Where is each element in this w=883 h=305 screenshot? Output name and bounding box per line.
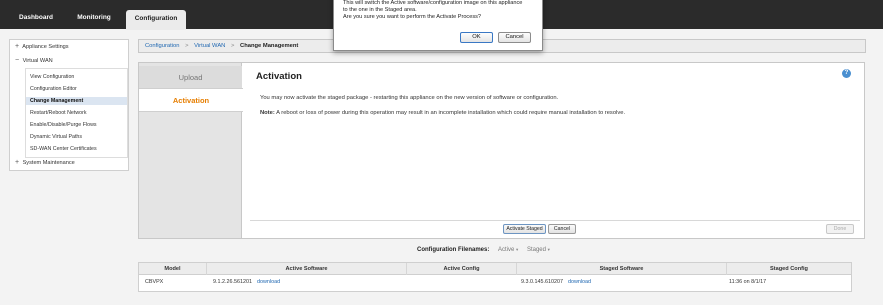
active-dropdown-label: Active	[498, 247, 515, 253]
staged-dropdown-label: Staged	[526, 247, 546, 253]
cell-active-software: 9.1.2.26.561201 download	[213, 276, 280, 289]
dialog-line-1: This will switch the Active software/con…	[343, 0, 523, 6]
subnav-configuration-editor[interactable]: Configuration Editor	[26, 85, 127, 93]
activation-content: Activation ? You may now activate the st…	[243, 63, 864, 238]
configuration-filenames: Configuration Filenames: Active ▾ Staged…	[417, 247, 550, 253]
column-header-active-config: Active Config	[407, 263, 517, 275]
page-title: Activation	[256, 71, 302, 82]
chevron-down-icon: ▾	[516, 247, 519, 252]
nav-virtual-wan[interactable]: − Virtual WAN	[10, 56, 128, 66]
dialog-line-2: to the one in the Staged area.	[343, 7, 417, 14]
collapse-minus-icon: −	[15, 57, 20, 64]
subnav-restart-reboot-network[interactable]: Restart/Reboot Network	[26, 109, 127, 117]
change-management-panel: Upload Activation Activation ? You may n…	[138, 62, 865, 239]
breadcrumb-separator-icon: >	[185, 43, 189, 49]
left-nav-panel: + Appliance Settings − Virtual WAN View …	[9, 39, 129, 171]
nav-system-maintenance-label: System Maintenance	[22, 160, 75, 166]
tab-dashboard[interactable]: Dashboard	[10, 9, 62, 29]
help-icon[interactable]: ?	[842, 69, 851, 78]
nav-virtual-wan-label: Virtual WAN	[22, 58, 53, 64]
note-text: A reboot or loss of power during this op…	[274, 110, 626, 116]
dialog-ok-button[interactable]: OK	[460, 32, 493, 43]
tab-monitoring[interactable]: Monitoring	[70, 9, 118, 29]
activation-message: You may now activate the staged package …	[260, 95, 559, 101]
staged-software-download-link[interactable]: download	[568, 279, 591, 285]
column-header-model: Model	[139, 263, 207, 275]
done-button[interactable]: Done	[826, 224, 854, 234]
cancel-button[interactable]: Cancel	[548, 224, 576, 234]
step-tabs: Upload Activation	[139, 63, 243, 238]
subnav-sdwan-center-certificates[interactable]: SD-WAN Center Certificates	[26, 145, 127, 153]
breadcrumb-separator-icon: >	[231, 43, 235, 49]
tab-configuration[interactable]: Configuration	[126, 10, 186, 30]
subnav-enable-disable-purge-flows[interactable]: Enable/Disable/Purge Flows	[26, 121, 127, 129]
column-header-staged-software: Staged Software	[517, 263, 727, 275]
nav-system-maintenance[interactable]: + System Maintenance	[10, 158, 128, 168]
expand-plus-icon: +	[15, 43, 20, 50]
tab-upload[interactable]: Upload	[139, 66, 242, 90]
cell-model: CBVPX	[145, 279, 164, 285]
filenames-label: Configuration Filenames:	[417, 247, 490, 253]
breadcrumb-current: Change Management	[240, 43, 299, 49]
breadcrumb-virtual-wan[interactable]: Virtual WAN	[194, 43, 225, 49]
dialog-cancel-button[interactable]: Cancel	[498, 32, 531, 43]
table-header: Model Active Software Active Config Stag…	[139, 263, 851, 275]
active-software-version: 9.1.2.26.561201	[213, 279, 252, 285]
staged-software-version: 9.3.0.145.610207	[521, 279, 563, 285]
chevron-down-icon: ▾	[547, 247, 550, 252]
dialog-line-3: Are you sure you want to perform the Act…	[343, 14, 482, 21]
breadcrumb-configuration[interactable]: Configuration	[145, 43, 179, 49]
staged-filename-dropdown[interactable]: Staged ▾	[527, 247, 550, 253]
nav-appliance-settings-label: Appliance Settings	[22, 44, 69, 50]
dialog-message: This will switch the Active software/con…	[343, 0, 522, 22]
activate-confirm-dialog: This will switch the Active software/con…	[333, 0, 543, 51]
subnav-dynamic-virtual-paths[interactable]: Dynamic Virtual Paths	[26, 133, 127, 141]
activate-staged-button[interactable]: Activate Staged	[503, 224, 546, 234]
column-header-staged-config: Staged Config	[770, 266, 808, 272]
nav-appliance-settings[interactable]: + Appliance Settings	[10, 42, 128, 52]
tab-activation[interactable]: Activation	[139, 88, 243, 112]
active-filename-dropdown[interactable]: Active ▾	[498, 247, 518, 253]
action-bar: Activate Staged Cancel Done	[250, 220, 860, 235]
configuration-table: Model Active Software Active Config Stag…	[138, 262, 852, 292]
virtual-wan-submenu: View Configuration Configuration Editor …	[25, 68, 128, 158]
subnav-view-configuration[interactable]: View Configuration	[26, 73, 127, 81]
note-label: Note:	[260, 110, 275, 116]
cell-staged-config: 11:36 on 8/1/17	[729, 279, 767, 285]
subnav-change-management[interactable]: Change Management	[26, 97, 127, 105]
cell-staged-software: 9.3.0.145.610207 download	[521, 276, 591, 289]
activation-note: Note: A reboot or loss of power during t…	[260, 110, 625, 116]
column-header-active-software: Active Software	[207, 263, 407, 275]
active-software-download-link[interactable]: download	[257, 279, 280, 285]
expand-plus-icon: +	[15, 159, 20, 166]
